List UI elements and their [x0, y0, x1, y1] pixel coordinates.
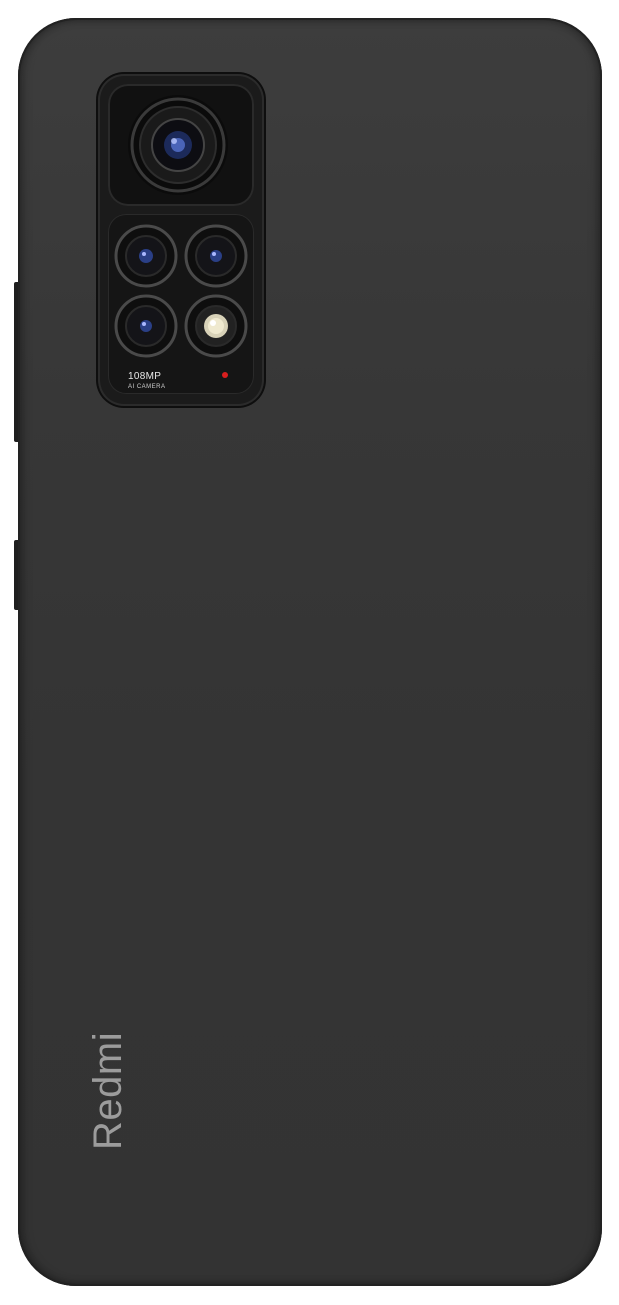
secondary-lens-panel: 108MP AI CAMERA: [108, 214, 254, 394]
camera-module: 108MP AI CAMERA: [98, 74, 264, 406]
main-camera-lens-icon: [128, 95, 228, 195]
depth-lens-icon: [114, 294, 178, 358]
lens-array: [114, 224, 248, 358]
macro-lens-icon: [184, 224, 248, 288]
brand-logo: Redmi: [86, 1031, 130, 1150]
red-indicator-dot: [222, 372, 228, 378]
camera-spec-sublabel: AI CAMERA: [128, 384, 166, 390]
ultrawide-lens-icon: [114, 224, 178, 288]
flash-icon: [184, 294, 248, 358]
camera-spec-label: 108MP: [128, 371, 162, 382]
main-lens-housing: [108, 84, 254, 206]
product-photo: 108MP AI CAMERA Redmi: [0, 0, 619, 1305]
